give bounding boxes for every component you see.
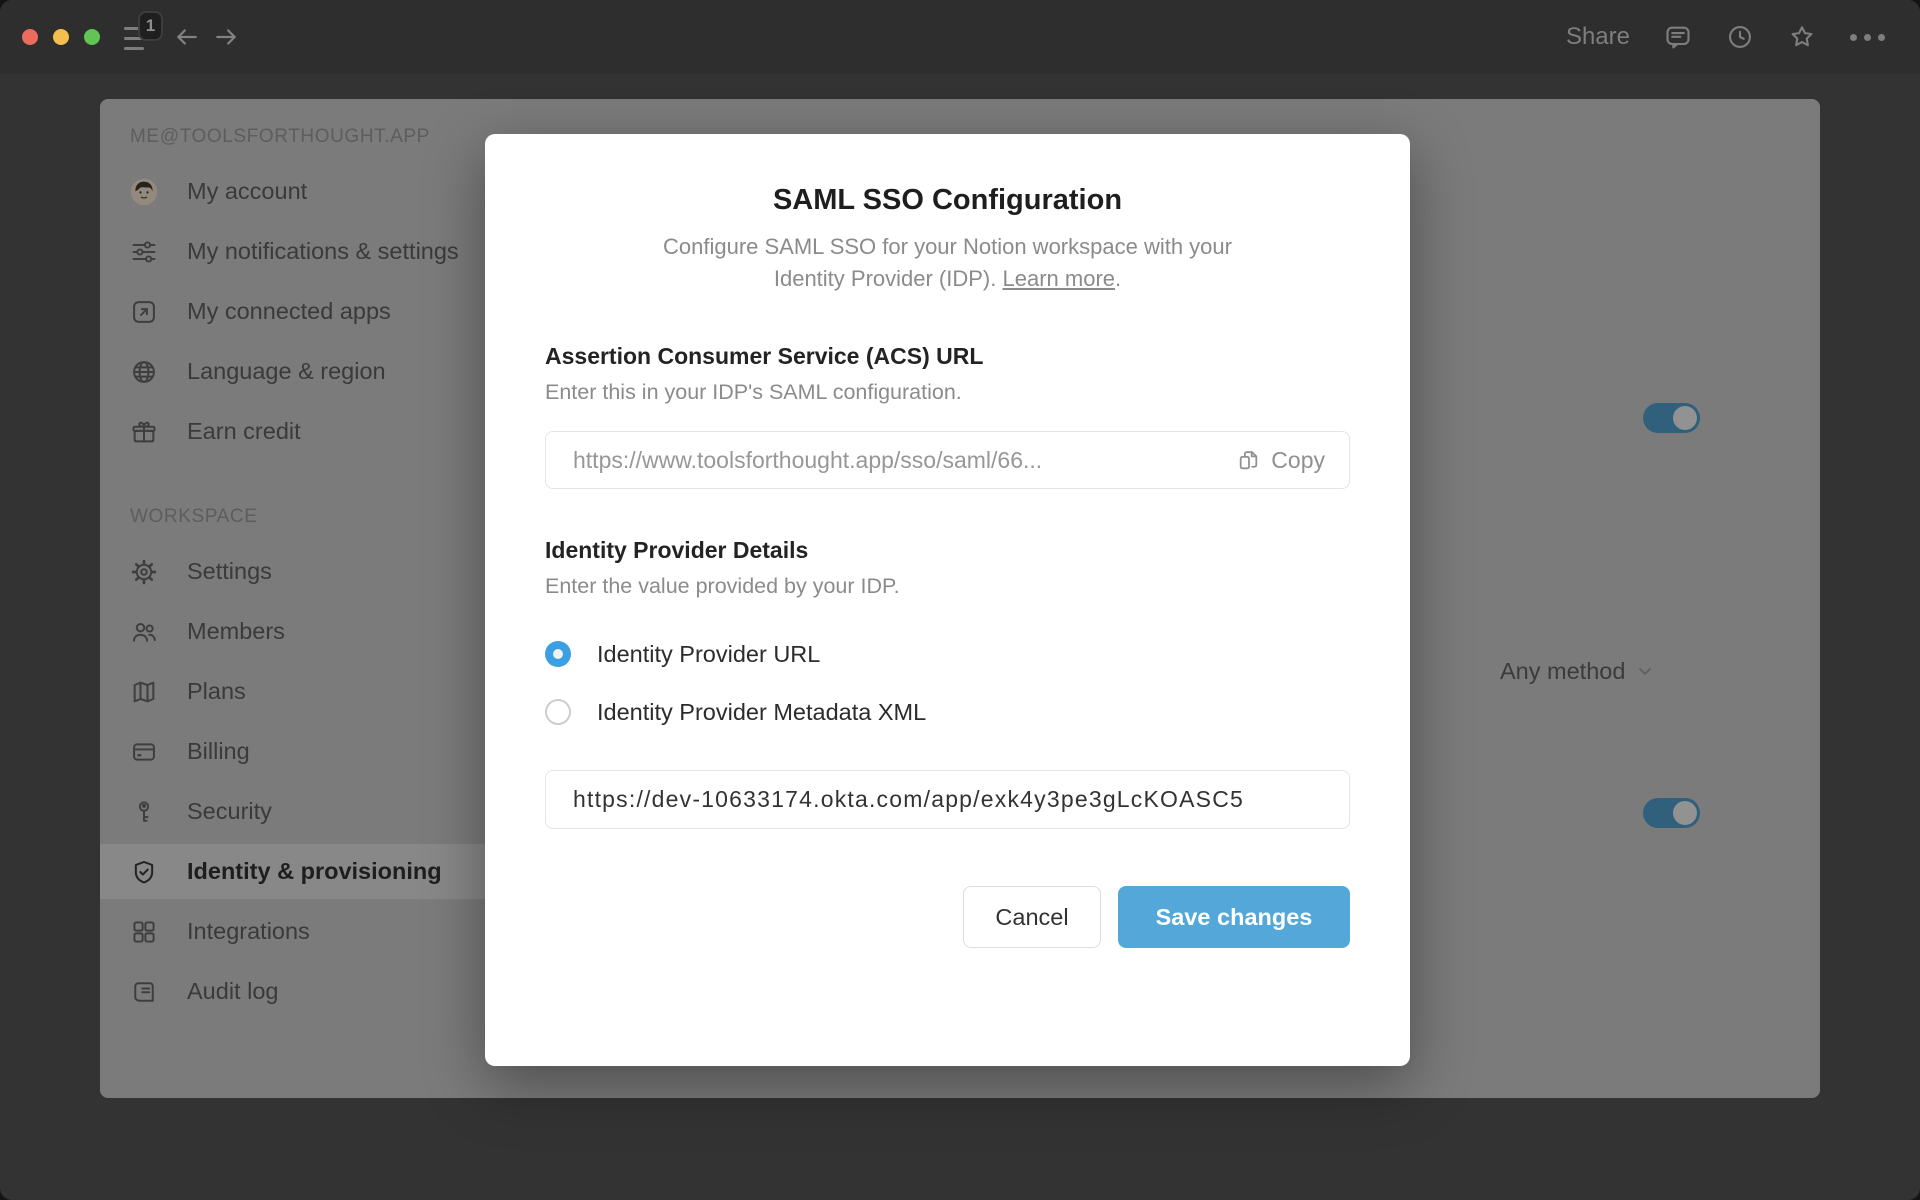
- share-button[interactable]: Share: [1566, 23, 1630, 51]
- forward-arrow-icon[interactable]: [213, 24, 239, 50]
- close-window-button[interactable]: [22, 29, 38, 45]
- sidebar-item-label: Members: [187, 618, 285, 644]
- sidebar-item-label: My connected apps: [187, 298, 391, 324]
- window-titlebar: 1 Share: [0, 0, 1920, 74]
- saml-toggle[interactable]: [1643, 403, 1700, 433]
- radio-selected-icon[interactable]: [545, 641, 571, 667]
- cancel-button[interactable]: Cancel: [963, 886, 1101, 948]
- sidebar-item-label: Security: [187, 798, 272, 824]
- idp-url-radio-label: Identity Provider URL: [597, 640, 821, 667]
- map-icon: [130, 678, 158, 706]
- acs-url-heading: Assertion Consumer Service (ACS) URL: [545, 343, 984, 369]
- sidebar-item-label: Billing: [187, 738, 250, 764]
- sidebar-item-label: Identity & provisioning: [187, 858, 442, 884]
- tab-count-badge[interactable]: 1: [138, 11, 163, 41]
- sidebar-item-label: Audit log: [187, 978, 279, 1004]
- copy-button-label: Copy: [1271, 446, 1325, 473]
- save-changes-button[interactable]: Save changes: [1118, 886, 1350, 948]
- idp-url-input[interactable]: https://dev-10633174.okta.com/app/exk4y3…: [545, 770, 1350, 829]
- audit-log-icon: [130, 978, 158, 1006]
- members-icon: [130, 618, 158, 646]
- grid-icon: [130, 918, 158, 946]
- avatar: [130, 178, 158, 206]
- key-icon: [130, 798, 158, 826]
- gift-icon: [130, 418, 158, 446]
- scim-toggle[interactable]: [1643, 798, 1700, 828]
- idp-details-heading: Identity Provider Details: [545, 537, 809, 563]
- radio-unselected-icon[interactable]: [545, 699, 571, 725]
- idp-url-value: https://dev-10633174.okta.com/app/exk4y3…: [573, 786, 1245, 812]
- sidebar-item-label: My notifications & settings: [187, 238, 459, 264]
- dialog-description: Configure SAML SSO for your Notion works…: [663, 234, 1232, 291]
- shield-check-icon: [130, 858, 158, 886]
- minimize-window-button[interactable]: [53, 29, 69, 45]
- acs-url-value: https://www.toolsforthought.app/sso/saml…: [573, 446, 1043, 473]
- toggle-knob: [1673, 801, 1697, 825]
- idp-url-radio-option[interactable]: Identity Provider URL: [545, 625, 1350, 683]
- copy-button[interactable]: Copy: [1236, 447, 1325, 474]
- sidebar-item-label: Integrations: [187, 918, 310, 944]
- sidebar-item-label: My account: [187, 178, 308, 204]
- history-clock-icon[interactable]: [1726, 23, 1754, 51]
- dialog-title: SAML SSO Configuration: [772, 184, 1123, 216]
- credit-card-icon: [130, 738, 158, 766]
- login-method-value: Any method: [1500, 657, 1626, 684]
- sidebar-item-label: Language & region: [187, 358, 386, 384]
- toggle-knob: [1673, 406, 1697, 430]
- gear-icon: [130, 558, 158, 586]
- zoom-window-button[interactable]: [84, 29, 100, 45]
- copy-icon: [1240, 450, 1258, 469]
- learn-more-link[interactable]: Learn more: [1003, 266, 1116, 291]
- sliders-icon: [130, 238, 158, 266]
- globe-icon: [130, 358, 158, 386]
- app-window: 1 Share ME@TOOLSFORTHOUGHT.APP My accoun…: [0, 0, 1920, 1200]
- comments-icon[interactable]: [1664, 23, 1692, 51]
- login-method-dropdown[interactable]: Any method: [1500, 656, 1655, 686]
- sidebar-item-label: Plans: [187, 678, 246, 704]
- idp-metadata-xml-radio-option[interactable]: Identity Provider Metadata XML: [545, 683, 1350, 741]
- sidebar-item-label: Settings: [187, 558, 272, 584]
- arrow-up-right-square-icon: [130, 298, 158, 326]
- chevron-down-icon: [1639, 668, 1652, 675]
- more-ellipsis-icon[interactable]: [1850, 33, 1885, 41]
- sidebar-item-label: Earn credit: [187, 418, 301, 444]
- star-icon[interactable]: [1788, 23, 1816, 51]
- acs-url-help: Enter this in your IDP's SAML configurat…: [545, 380, 962, 404]
- idp-metadata-radio-label: Identity Provider Metadata XML: [597, 698, 927, 725]
- idp-details-help: Enter the value provided by your IDP.: [545, 574, 900, 598]
- back-arrow-icon[interactable]: [174, 24, 200, 50]
- saml-sso-configuration-dialog: SAML SSO Configuration Configure SAML SS…: [485, 134, 1410, 1066]
- acs-url-field: https://www.toolsforthought.app/sso/saml…: [545, 431, 1350, 489]
